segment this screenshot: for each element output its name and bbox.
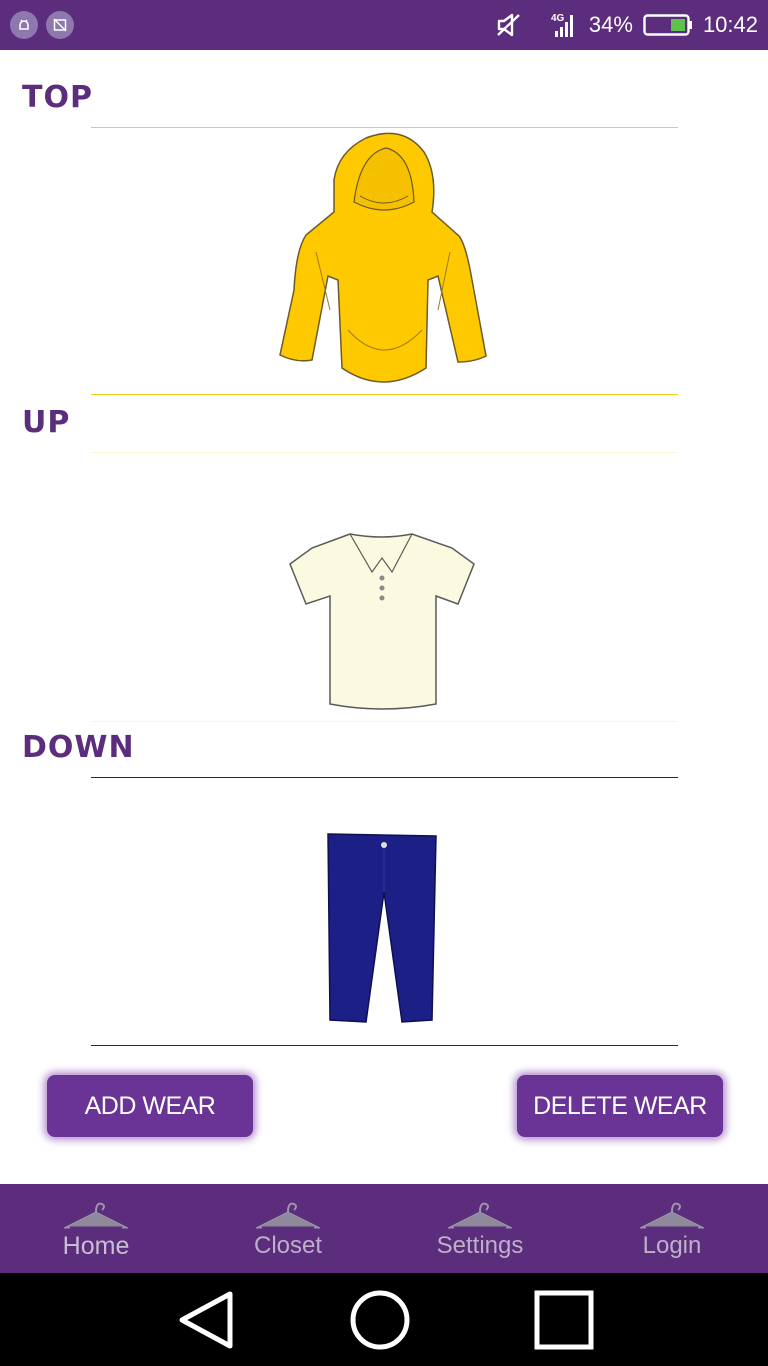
hanger-icon — [639, 1202, 705, 1230]
signal-icon: 4G — [551, 13, 573, 37]
svg-text:4G: 4G — [551, 13, 565, 24]
divider — [91, 127, 678, 128]
hanger-icon — [63, 1202, 129, 1230]
nav-item-login[interactable]: Login — [576, 1184, 768, 1273]
divider — [91, 777, 678, 778]
status-time: 10:42 — [702, 12, 758, 37]
android-debug-icon — [10, 11, 38, 39]
section-label-top: TOP — [22, 80, 93, 115]
nav-label: Login — [642, 1232, 702, 1259]
hoodie-image[interactable] — [276, 130, 490, 388]
system-nav-bar — [0, 1273, 768, 1366]
divider — [91, 721, 678, 722]
divider — [91, 452, 678, 453]
hanger-icon — [447, 1202, 513, 1230]
nav-item-home[interactable]: Home — [0, 1184, 192, 1273]
nav-item-closet[interactable]: Closet — [192, 1184, 384, 1273]
delete-wear-button[interactable]: DELETE WEAR — [517, 1075, 723, 1137]
nav-label: Home — [62, 1232, 130, 1260]
battery-icon — [643, 14, 692, 36]
polo-shirt-image[interactable] — [288, 530, 476, 712]
recents-icon[interactable] — [532, 1288, 596, 1352]
home-circle-icon[interactable] — [348, 1288, 412, 1352]
divider — [91, 1045, 678, 1046]
back-icon[interactable] — [174, 1288, 238, 1352]
add-wear-button[interactable]: ADD WEAR — [47, 1075, 253, 1137]
hanger-icon — [255, 1202, 321, 1230]
nav-item-settings[interactable]: Settings — [384, 1184, 576, 1273]
nav-label: Closet — [253, 1232, 323, 1259]
divider — [91, 394, 678, 395]
screenshot-icon — [46, 11, 74, 39]
section-label-up: UP — [22, 405, 71, 440]
status-bar: 4G 34% 10:42 — [0, 0, 768, 50]
mute-icon — [497, 13, 520, 37]
pants-image[interactable] — [324, 832, 442, 1026]
battery-percent: 34% — [588, 12, 633, 37]
bottom-nav: Home Closet Settings Login — [0, 1184, 768, 1273]
section-label-down: DOWN — [22, 730, 135, 765]
nav-label: Settings — [436, 1232, 524, 1259]
